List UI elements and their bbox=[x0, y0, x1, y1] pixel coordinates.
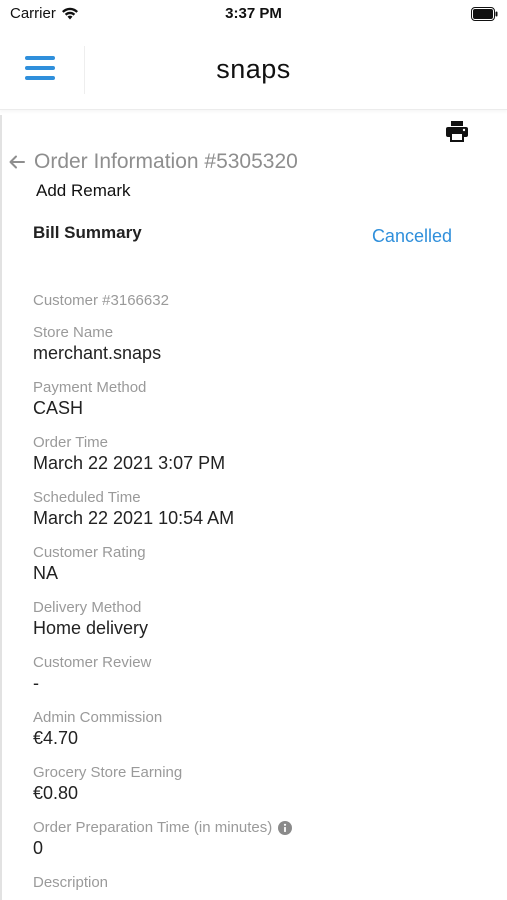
field-value: CASH bbox=[33, 398, 84, 418]
order-fields: Store Name merchant.snaps Payment Method… bbox=[33, 323, 483, 900]
field-order-preparation-time: Order Preparation Time (in minutes) 0 bbox=[33, 818, 483, 873]
content-edge bbox=[0, 115, 2, 900]
field-value: €0.80 bbox=[33, 783, 79, 803]
field-label: Payment Method bbox=[33, 379, 147, 396]
field-value: merchant.snaps bbox=[33, 343, 162, 363]
field-customer-rating: Customer Rating NA bbox=[33, 543, 483, 598]
add-remark-link[interactable]: Add Remark bbox=[36, 181, 130, 201]
field-description: Description bbox=[33, 873, 483, 900]
status-bar: Carrier 3:37 PM bbox=[0, 0, 507, 30]
field-label: Order Preparation Time (in minutes) bbox=[33, 818, 483, 837]
field-grocery-store-earning: Grocery Store Earning €0.80 bbox=[33, 763, 483, 818]
field-store-name: Store Name merchant.snaps bbox=[33, 323, 483, 378]
field-label-text: Order Preparation Time (in minutes) bbox=[33, 819, 273, 836]
field-value: March 22 2021 3:07 PM bbox=[33, 453, 226, 473]
field-label: Customer Review bbox=[33, 654, 152, 671]
order-title-row: Order Information #5305320 bbox=[8, 150, 298, 174]
field-delivery-method: Delivery Method Home delivery bbox=[33, 598, 483, 653]
print-icon[interactable] bbox=[445, 120, 469, 142]
field-customer-review: Customer Review - bbox=[33, 653, 483, 708]
status-time: 3:37 PM bbox=[225, 5, 282, 22]
field-label: Scheduled Time bbox=[33, 489, 141, 506]
bill-summary-heading: Bill Summary bbox=[33, 223, 142, 242]
customer-id: Customer #3166632 bbox=[33, 292, 169, 309]
field-value: €4.70 bbox=[33, 728, 79, 748]
order-title: Order Information #5305320 bbox=[34, 150, 298, 173]
info-icon[interactable] bbox=[278, 820, 293, 835]
field-order-time: Order Time March 22 2021 3:07 PM bbox=[33, 433, 483, 488]
field-value: NA bbox=[33, 563, 59, 583]
battery-icon bbox=[471, 7, 498, 21]
app-header: snaps bbox=[0, 38, 507, 110]
field-value: Home delivery bbox=[33, 618, 149, 638]
field-admin-commission: Admin Commission €4.70 bbox=[33, 708, 483, 763]
field-label: Admin Commission bbox=[33, 709, 163, 726]
field-label: Grocery Store Earning bbox=[33, 764, 183, 781]
field-label: Store Name bbox=[33, 324, 114, 341]
order-status-badge: Cancelled bbox=[371, 226, 452, 246]
field-label: Delivery Method bbox=[33, 599, 142, 616]
field-value: March 22 2021 10:54 AM bbox=[33, 508, 235, 528]
field-value: 0 bbox=[33, 838, 44, 858]
field-label: Description bbox=[33, 874, 109, 891]
field-label: Customer Rating bbox=[33, 544, 146, 561]
field-label: Order Time bbox=[33, 434, 109, 451]
brand-title: snaps bbox=[216, 54, 291, 84]
back-arrow-icon[interactable] bbox=[8, 153, 26, 171]
field-payment-method: Payment Method CASH bbox=[33, 378, 483, 433]
field-scheduled-time: Scheduled Time March 22 2021 10:54 AM bbox=[33, 488, 483, 543]
field-value: - bbox=[33, 673, 39, 693]
